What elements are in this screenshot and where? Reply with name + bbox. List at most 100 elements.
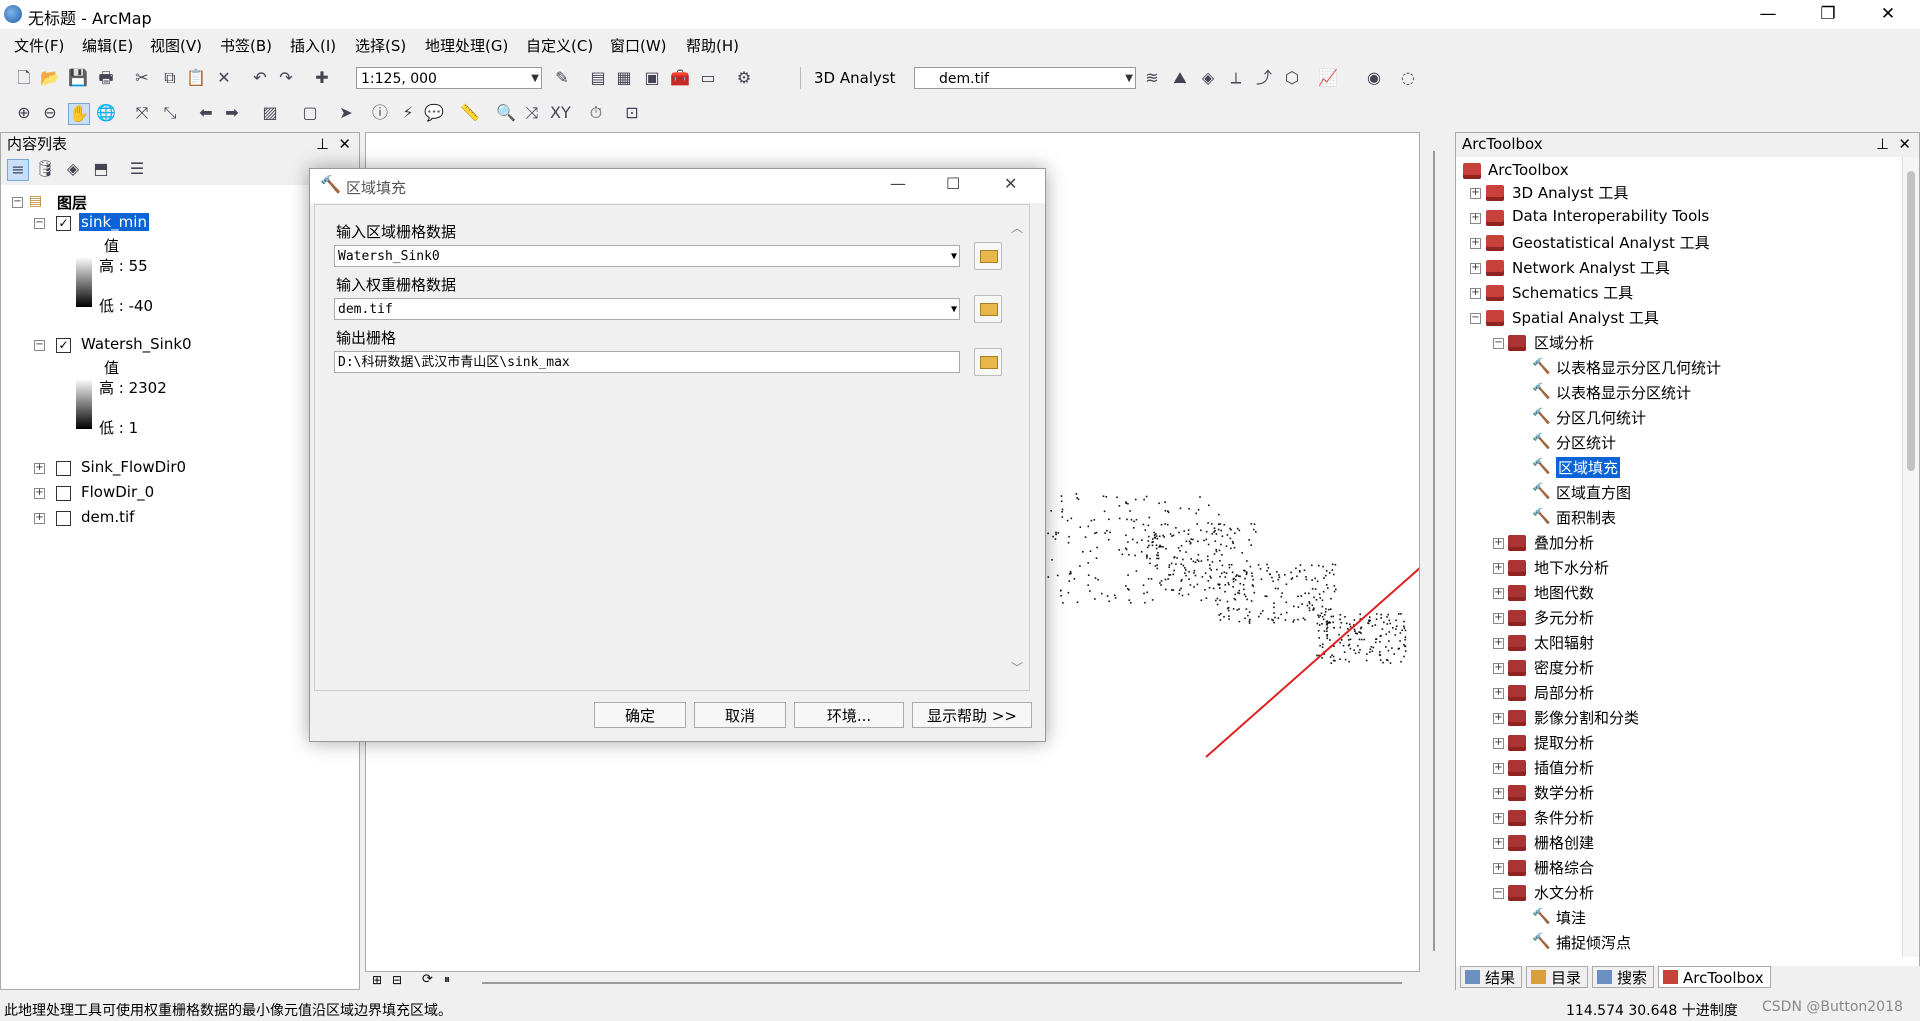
list-by-source-icon[interactable]: 🛢 [35, 159, 55, 179]
cancel-button[interactable]: 取消 [694, 702, 786, 728]
close-button[interactable]: ✕ [1860, 0, 1916, 29]
measure-icon[interactable]: 📏 [460, 103, 480, 123]
zoom-out-icon[interactable]: ⊖ [40, 103, 60, 123]
select-features-icon[interactable]: ▨ [260, 103, 280, 123]
toolset-spatial-4[interactable]: 太阳辐射 [1534, 632, 1594, 653]
close-icon[interactable]: ✕ [1898, 133, 1911, 155]
interpolate-line-icon[interactable]: ⤴ [1254, 68, 1274, 88]
catalog-window-icon[interactable]: ▦ [614, 68, 634, 88]
toolset-5[interactable]: Spatial Analyst 工具 [1512, 307, 1659, 328]
collapse-icon[interactable]: − [1493, 338, 1504, 349]
menu-view[interactable]: 视图(V) [150, 35, 202, 56]
tab-search[interactable]: 搜索 [1592, 966, 1655, 988]
tool-zonal-0[interactable]: 以表格显示分区几何统计 [1556, 357, 1721, 378]
model-builder-icon[interactable]: ⚙ [734, 68, 754, 88]
tool-zonal-6[interactable]: 面积制表 [1556, 507, 1616, 528]
chevron-down-icon[interactable]: ▼ [951, 299, 957, 321]
redo-icon[interactable]: ↷ [276, 68, 296, 88]
pin-icon[interactable]: ⊥ [316, 133, 329, 155]
find-route-icon[interactable]: ⤨ [522, 103, 542, 123]
output-raster-input[interactable]: D:\科研数据\武汉市青山区\sink_max [334, 351, 960, 373]
clear-selection-icon[interactable]: ▢ [300, 103, 320, 123]
expand-icon[interactable]: + [1493, 538, 1504, 549]
collapse-icon[interactable]: − [34, 340, 45, 351]
tool-zonal-2[interactable]: 分区几何统计 [1556, 407, 1646, 428]
find-icon[interactable]: 🔍 [496, 103, 516, 123]
toolset-spatial-7[interactable]: 影像分割和分类 [1534, 707, 1639, 728]
toolset-spatial-11[interactable]: 条件分析 [1534, 807, 1594, 828]
minimize-icon[interactable]: — [890, 174, 906, 193]
arcglobe-icon[interactable]: ◌ [1398, 68, 1418, 88]
profile-graph-icon[interactable]: 📈 [1318, 68, 1338, 88]
hyperlink-icon[interactable]: ⚡ [398, 103, 418, 123]
dialog-scrollbar[interactable]: ︿ ﹀ [1010, 219, 1026, 679]
fixed-zoom-out-icon[interactable]: ⤡ [160, 103, 180, 123]
scroll-up-icon[interactable]: ︿ [1011, 219, 1023, 236]
pan-icon[interactable]: ✋ [68, 103, 90, 125]
new-document-icon[interactable]: 🗋 [14, 68, 34, 88]
layer-name-flowdir-0[interactable]: FlowDir_0 [81, 483, 154, 501]
browse-folder-icon[interactable] [974, 242, 1002, 270]
menu-windows[interactable]: 窗口(W) [610, 35, 667, 56]
go-to-xy-icon[interactable]: XY [550, 103, 571, 123]
arctoolbox-window-icon[interactable]: 🧰 [670, 68, 690, 88]
tab-arctoolbox[interactable]: ArcToolbox [1658, 966, 1771, 988]
toolset-spatial-1[interactable]: 地下水分析 [1534, 557, 1609, 578]
expand-icon[interactable]: + [1493, 638, 1504, 649]
close-icon[interactable]: ✕ [338, 133, 351, 155]
minimize-button[interactable]: — [1740, 0, 1796, 29]
identify-icon[interactable]: ⓘ [370, 103, 390, 123]
interpolate-point-icon[interactable]: ⟂ [1226, 68, 1246, 88]
contour-icon[interactable]: ≋ [1142, 68, 1162, 88]
layer-checkbox-sink-min[interactable]: ✓ [56, 216, 71, 231]
maximize-icon[interactable]: ☐ [946, 174, 960, 193]
toolset-spatial-10[interactable]: 数学分析 [1534, 782, 1594, 803]
toolset-3[interactable]: Network Analyst 工具 [1512, 257, 1670, 278]
open-folder-icon[interactable]: 📂 [40, 68, 60, 88]
expand-icon[interactable]: + [1470, 238, 1481, 249]
tab-results[interactable]: 结果 [1460, 966, 1523, 988]
layers-root[interactable]: 图层 [57, 192, 87, 213]
menu-geoprocessing[interactable]: 地理处理(G) [425, 35, 508, 56]
expand-icon[interactable]: + [34, 463, 45, 474]
toolset-spatial-14[interactable]: 水文分析 [1534, 882, 1594, 903]
time-slider-icon[interactable]: ⏱ [586, 103, 606, 123]
ok-button[interactable]: 确定 [594, 702, 686, 728]
python-window-icon[interactable]: ▭ [698, 68, 718, 88]
map-horizontal-scrollbar[interactable] [482, 982, 1402, 984]
maximize-button[interactable]: ❐ [1800, 0, 1856, 29]
expand-icon[interactable]: + [34, 488, 45, 499]
expand-icon[interactable]: + [1493, 713, 1504, 724]
tool-zonal-1[interactable]: 以表格显示分区统计 [1556, 382, 1691, 403]
save-icon[interactable]: 💾 [68, 68, 88, 88]
collapse-icon[interactable]: − [1493, 888, 1504, 899]
expand-icon[interactable]: + [1493, 763, 1504, 774]
interpolate-polygon-icon[interactable]: ⬡ [1282, 68, 1302, 88]
list-by-selection-icon[interactable]: ⬒ [91, 159, 111, 179]
layer-combo[interactable]: dem.tif ▼ [914, 67, 1136, 89]
layer-checkbox-sink-flowdir0[interactable] [56, 461, 71, 476]
map-vertical-scrollbar[interactable] [1433, 151, 1435, 951]
expand-icon[interactable]: + [1493, 863, 1504, 874]
3d-analyst-dropdown[interactable]: 3D Analyst [814, 69, 896, 87]
tool-zonal-4[interactable]: 区域填充 [1556, 457, 1621, 478]
layer-name-watersh-sink0[interactable]: Watersh_Sink0 [81, 335, 192, 353]
menu-bookmarks[interactable]: 书签(B) [220, 35, 272, 56]
toolset-spatial-12[interactable]: 栅格创建 [1534, 832, 1594, 853]
toolset-spatial-0[interactable]: 叠加分析 [1534, 532, 1594, 553]
undo-icon[interactable]: ↶ [250, 68, 270, 88]
toolset-spatial-5[interactable]: 密度分析 [1534, 657, 1594, 678]
weight-raster-input[interactable]: dem.tif ▼ [334, 298, 960, 320]
layer-name-sink-flowdir0[interactable]: Sink_FlowDir0 [81, 458, 186, 476]
arctoolbox-root[interactable]: ArcToolbox [1488, 161, 1569, 179]
full-extent-icon[interactable]: 🌐 [96, 103, 116, 123]
expand-icon[interactable]: + [1470, 213, 1481, 224]
environments-button[interactable]: 环境... [794, 702, 904, 728]
copy-icon[interactable]: ⧉ [160, 68, 180, 88]
toolset-spatial-8[interactable]: 提取分析 [1534, 732, 1594, 753]
toolset-spatial-3[interactable]: 多元分析 [1534, 607, 1594, 628]
steepest-path-icon[interactable]: ⛰ [1170, 68, 1190, 88]
expand-icon[interactable]: + [1470, 188, 1481, 199]
print-icon[interactable]: 🖶 [96, 68, 116, 88]
viewer-window-icon[interactable]: ⊡ [622, 103, 642, 123]
